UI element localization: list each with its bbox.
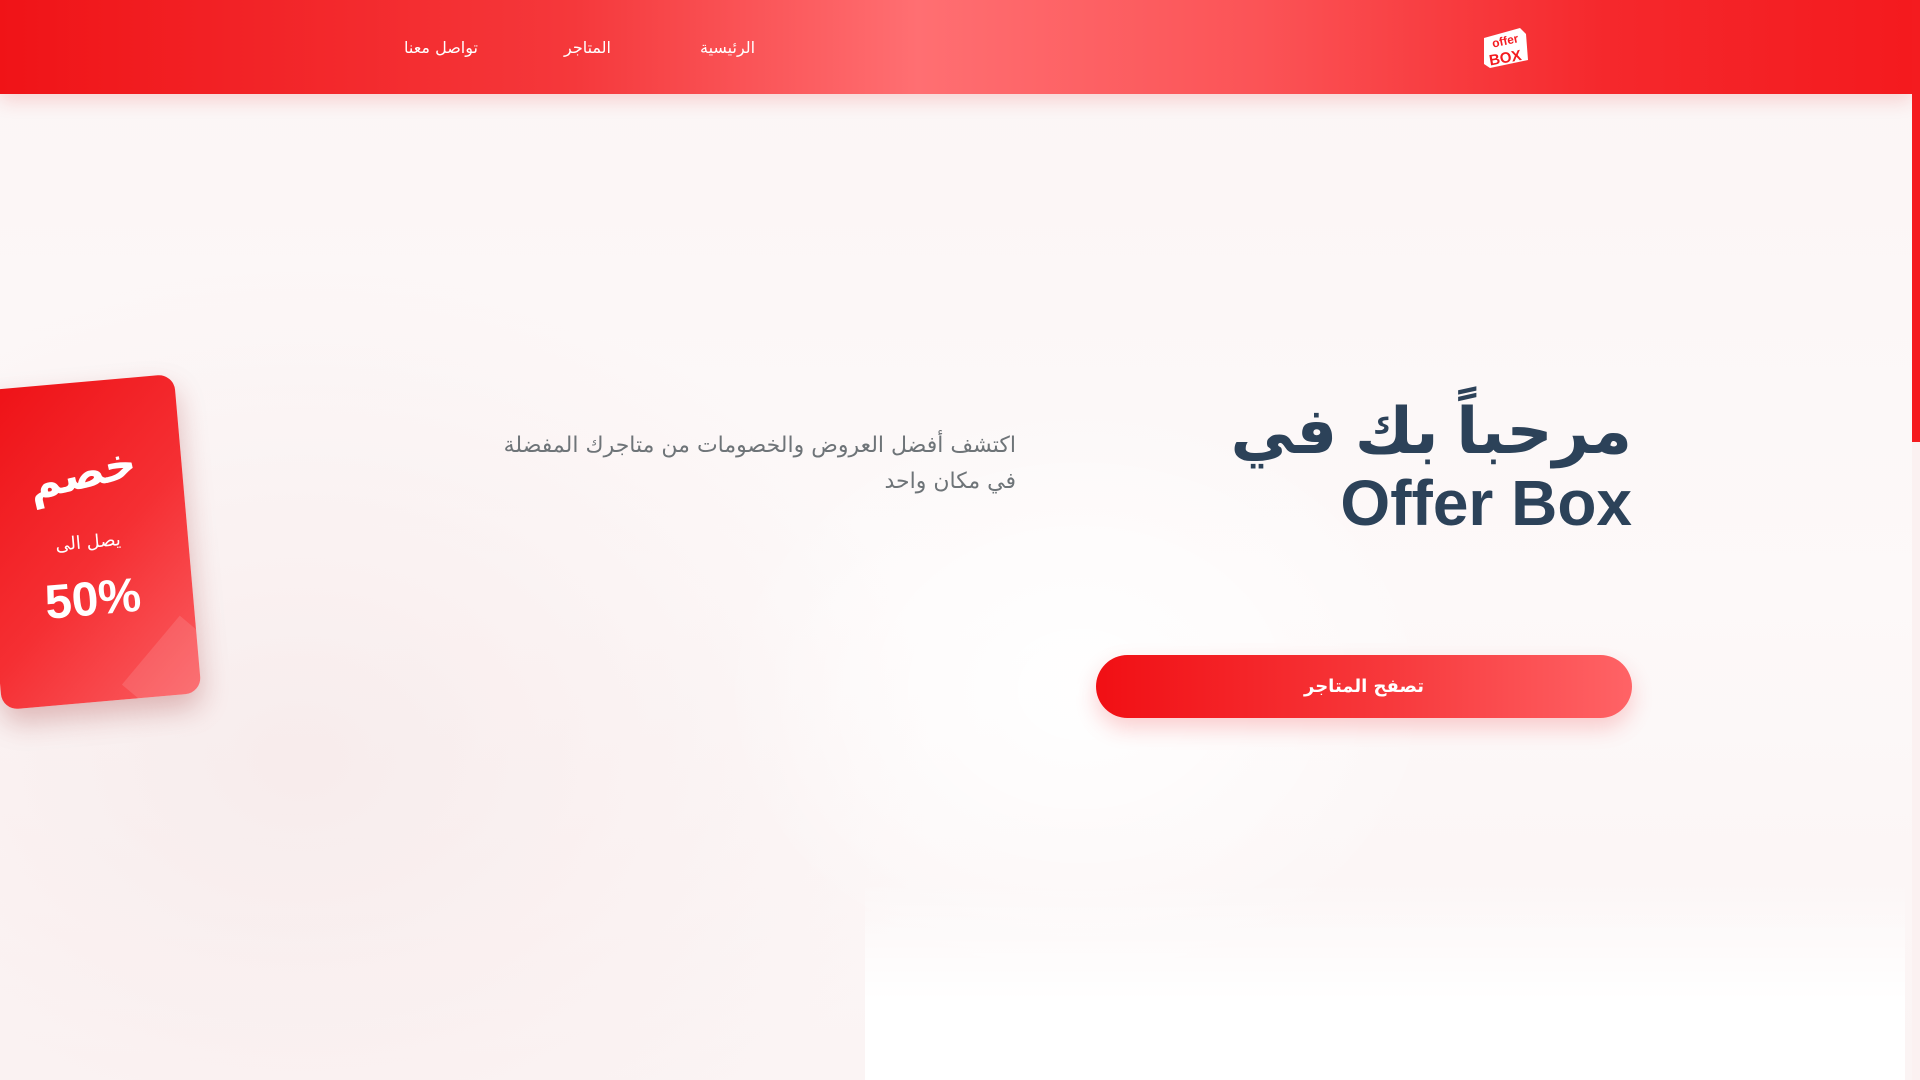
browse-stores-button[interactable]: تصفح المتاجر (1096, 655, 1632, 718)
page: تواصل معنا المتاجر الرئيسية offer BOX مر… (0, 0, 1920, 1080)
discount-card-value: 50% (42, 568, 144, 630)
top-navbar: تواصل معنا المتاجر الرئيسية offer BOX (0, 0, 1912, 94)
nav-link-home[interactable]: الرئيسية (700, 0, 755, 94)
scrollbar-thumb[interactable] (1912, 0, 1920, 442)
discount-card-title: خصم (22, 436, 142, 511)
nav-link-contact[interactable]: تواصل معنا (404, 0, 478, 94)
hero-description: اكتشف أفضل العروض والخصومات من متاجرك ال… (503, 433, 1016, 494)
discount-card: خصم يصل الى 50% (0, 373, 202, 711)
nav-link-stores[interactable]: المتاجر (564, 0, 611, 94)
offer-box-logo-icon[interactable]: offer BOX (1480, 24, 1532, 70)
discount-card-subtitle: يصل الى (54, 529, 122, 556)
hero-title: مرحباً بك في Offer Box (1230, 395, 1632, 539)
